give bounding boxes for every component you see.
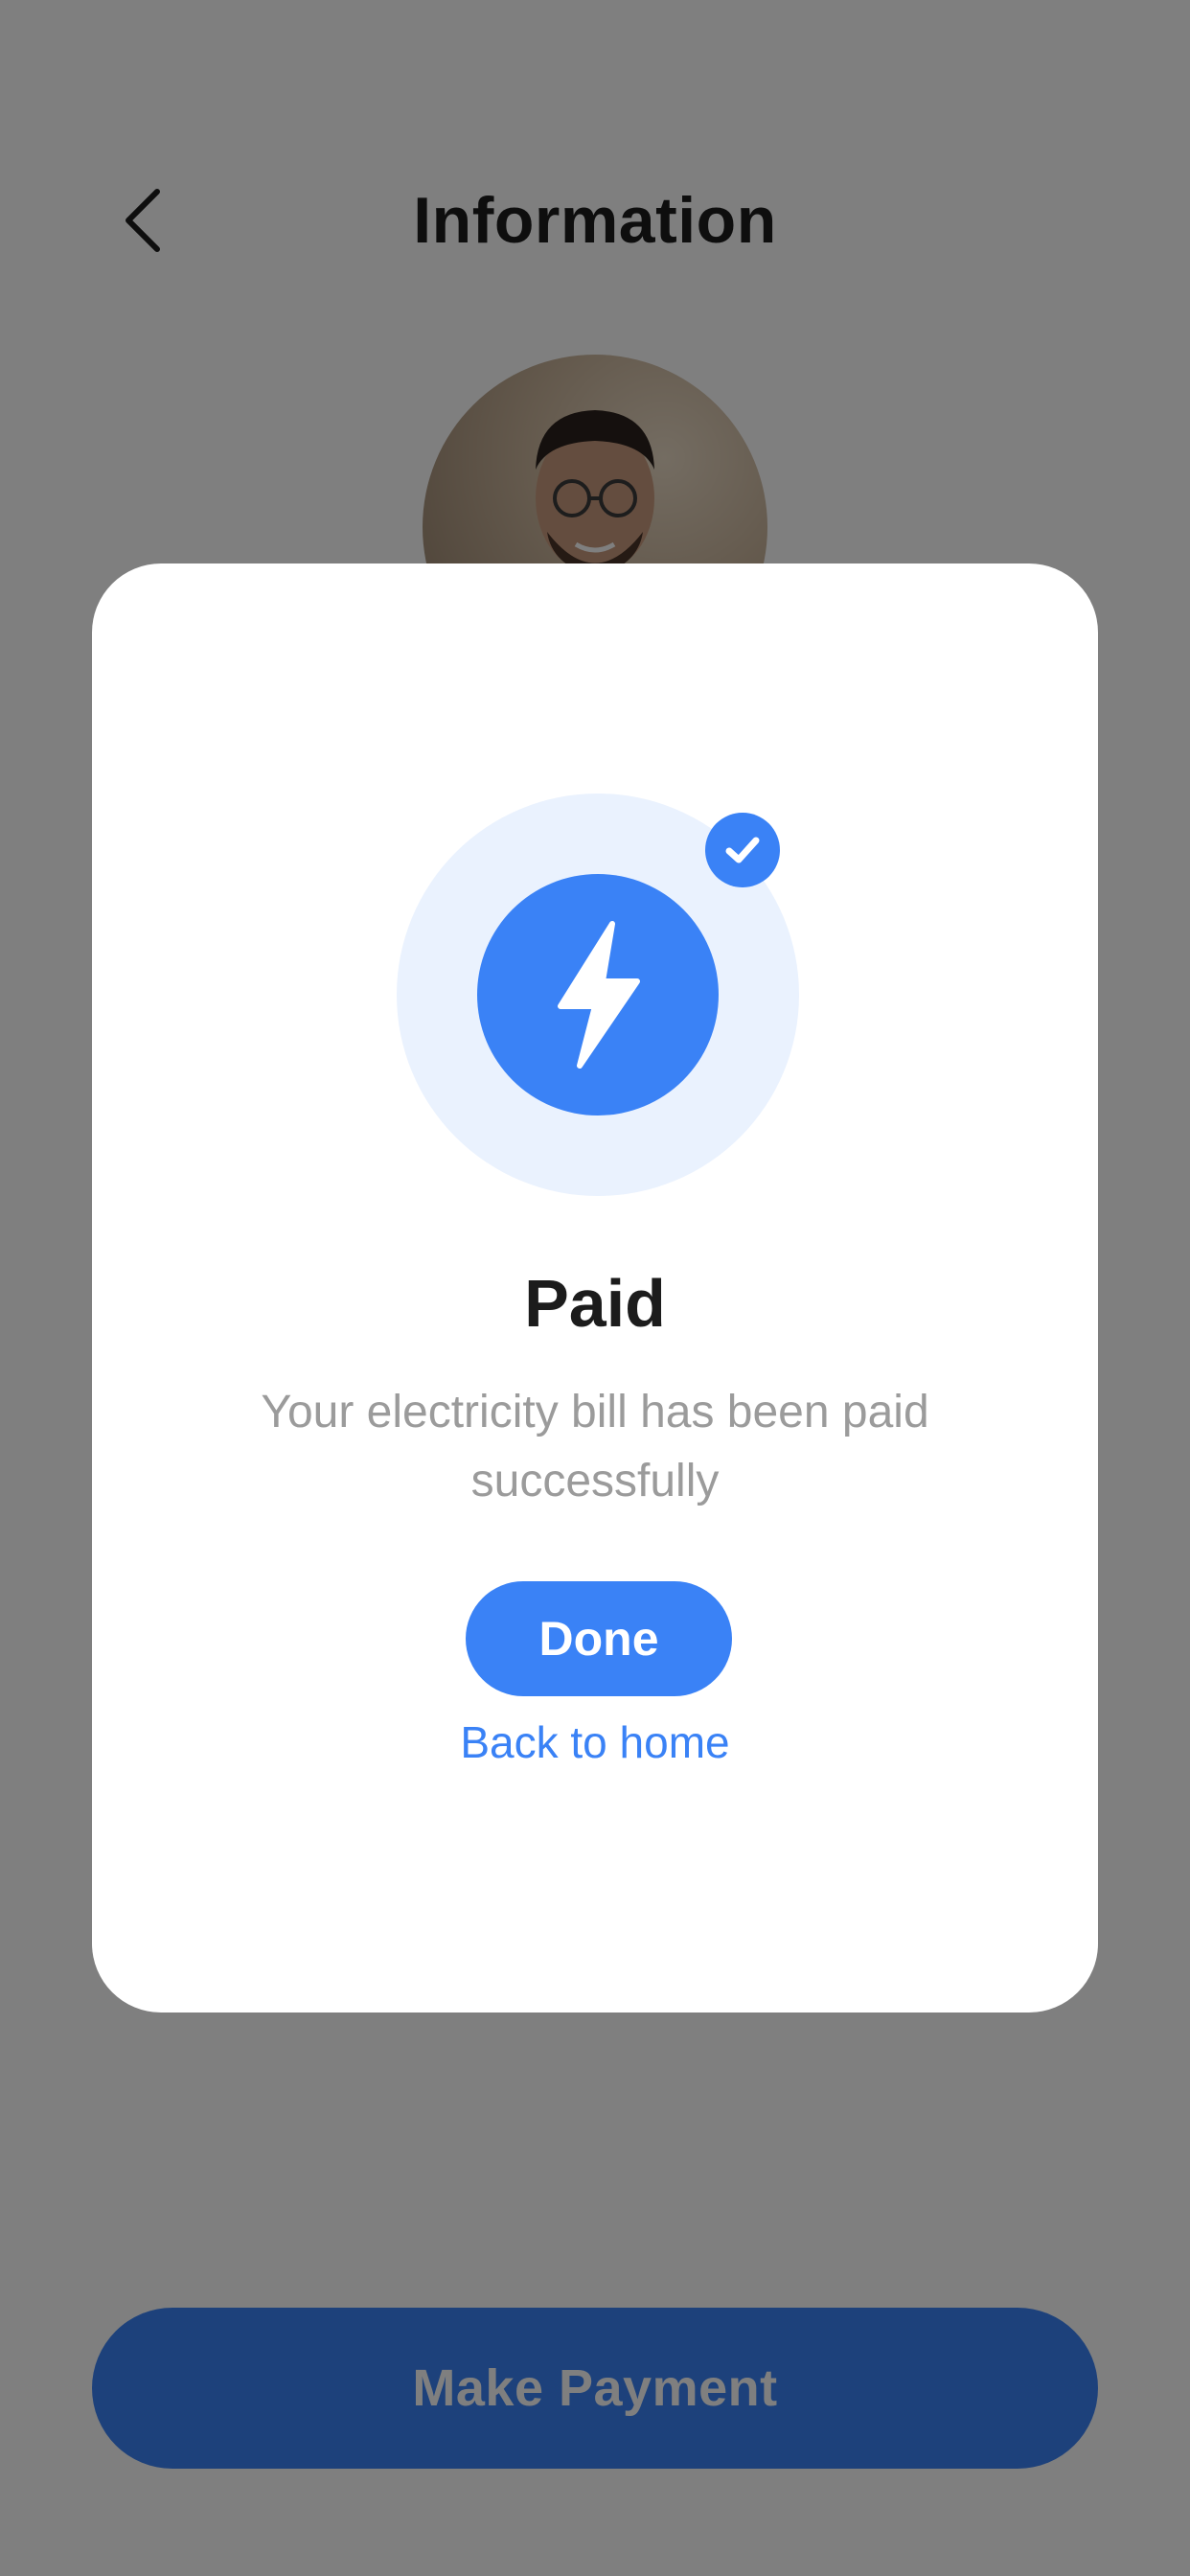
icon-core xyxy=(477,874,719,1116)
back-to-home-link[interactable]: Back to home xyxy=(92,1714,1098,1771)
lightning-bolt-icon xyxy=(558,921,640,1069)
check-badge xyxy=(705,813,780,887)
modal-message: Your electricity bill has been paid succ… xyxy=(261,1387,929,1506)
check-icon xyxy=(725,837,760,863)
done-button[interactable]: Done xyxy=(466,1581,732,1696)
payment-success-modal: Paid Your electricity bill has been paid… xyxy=(92,564,1098,2012)
modal-title: Paid xyxy=(524,1266,666,1341)
